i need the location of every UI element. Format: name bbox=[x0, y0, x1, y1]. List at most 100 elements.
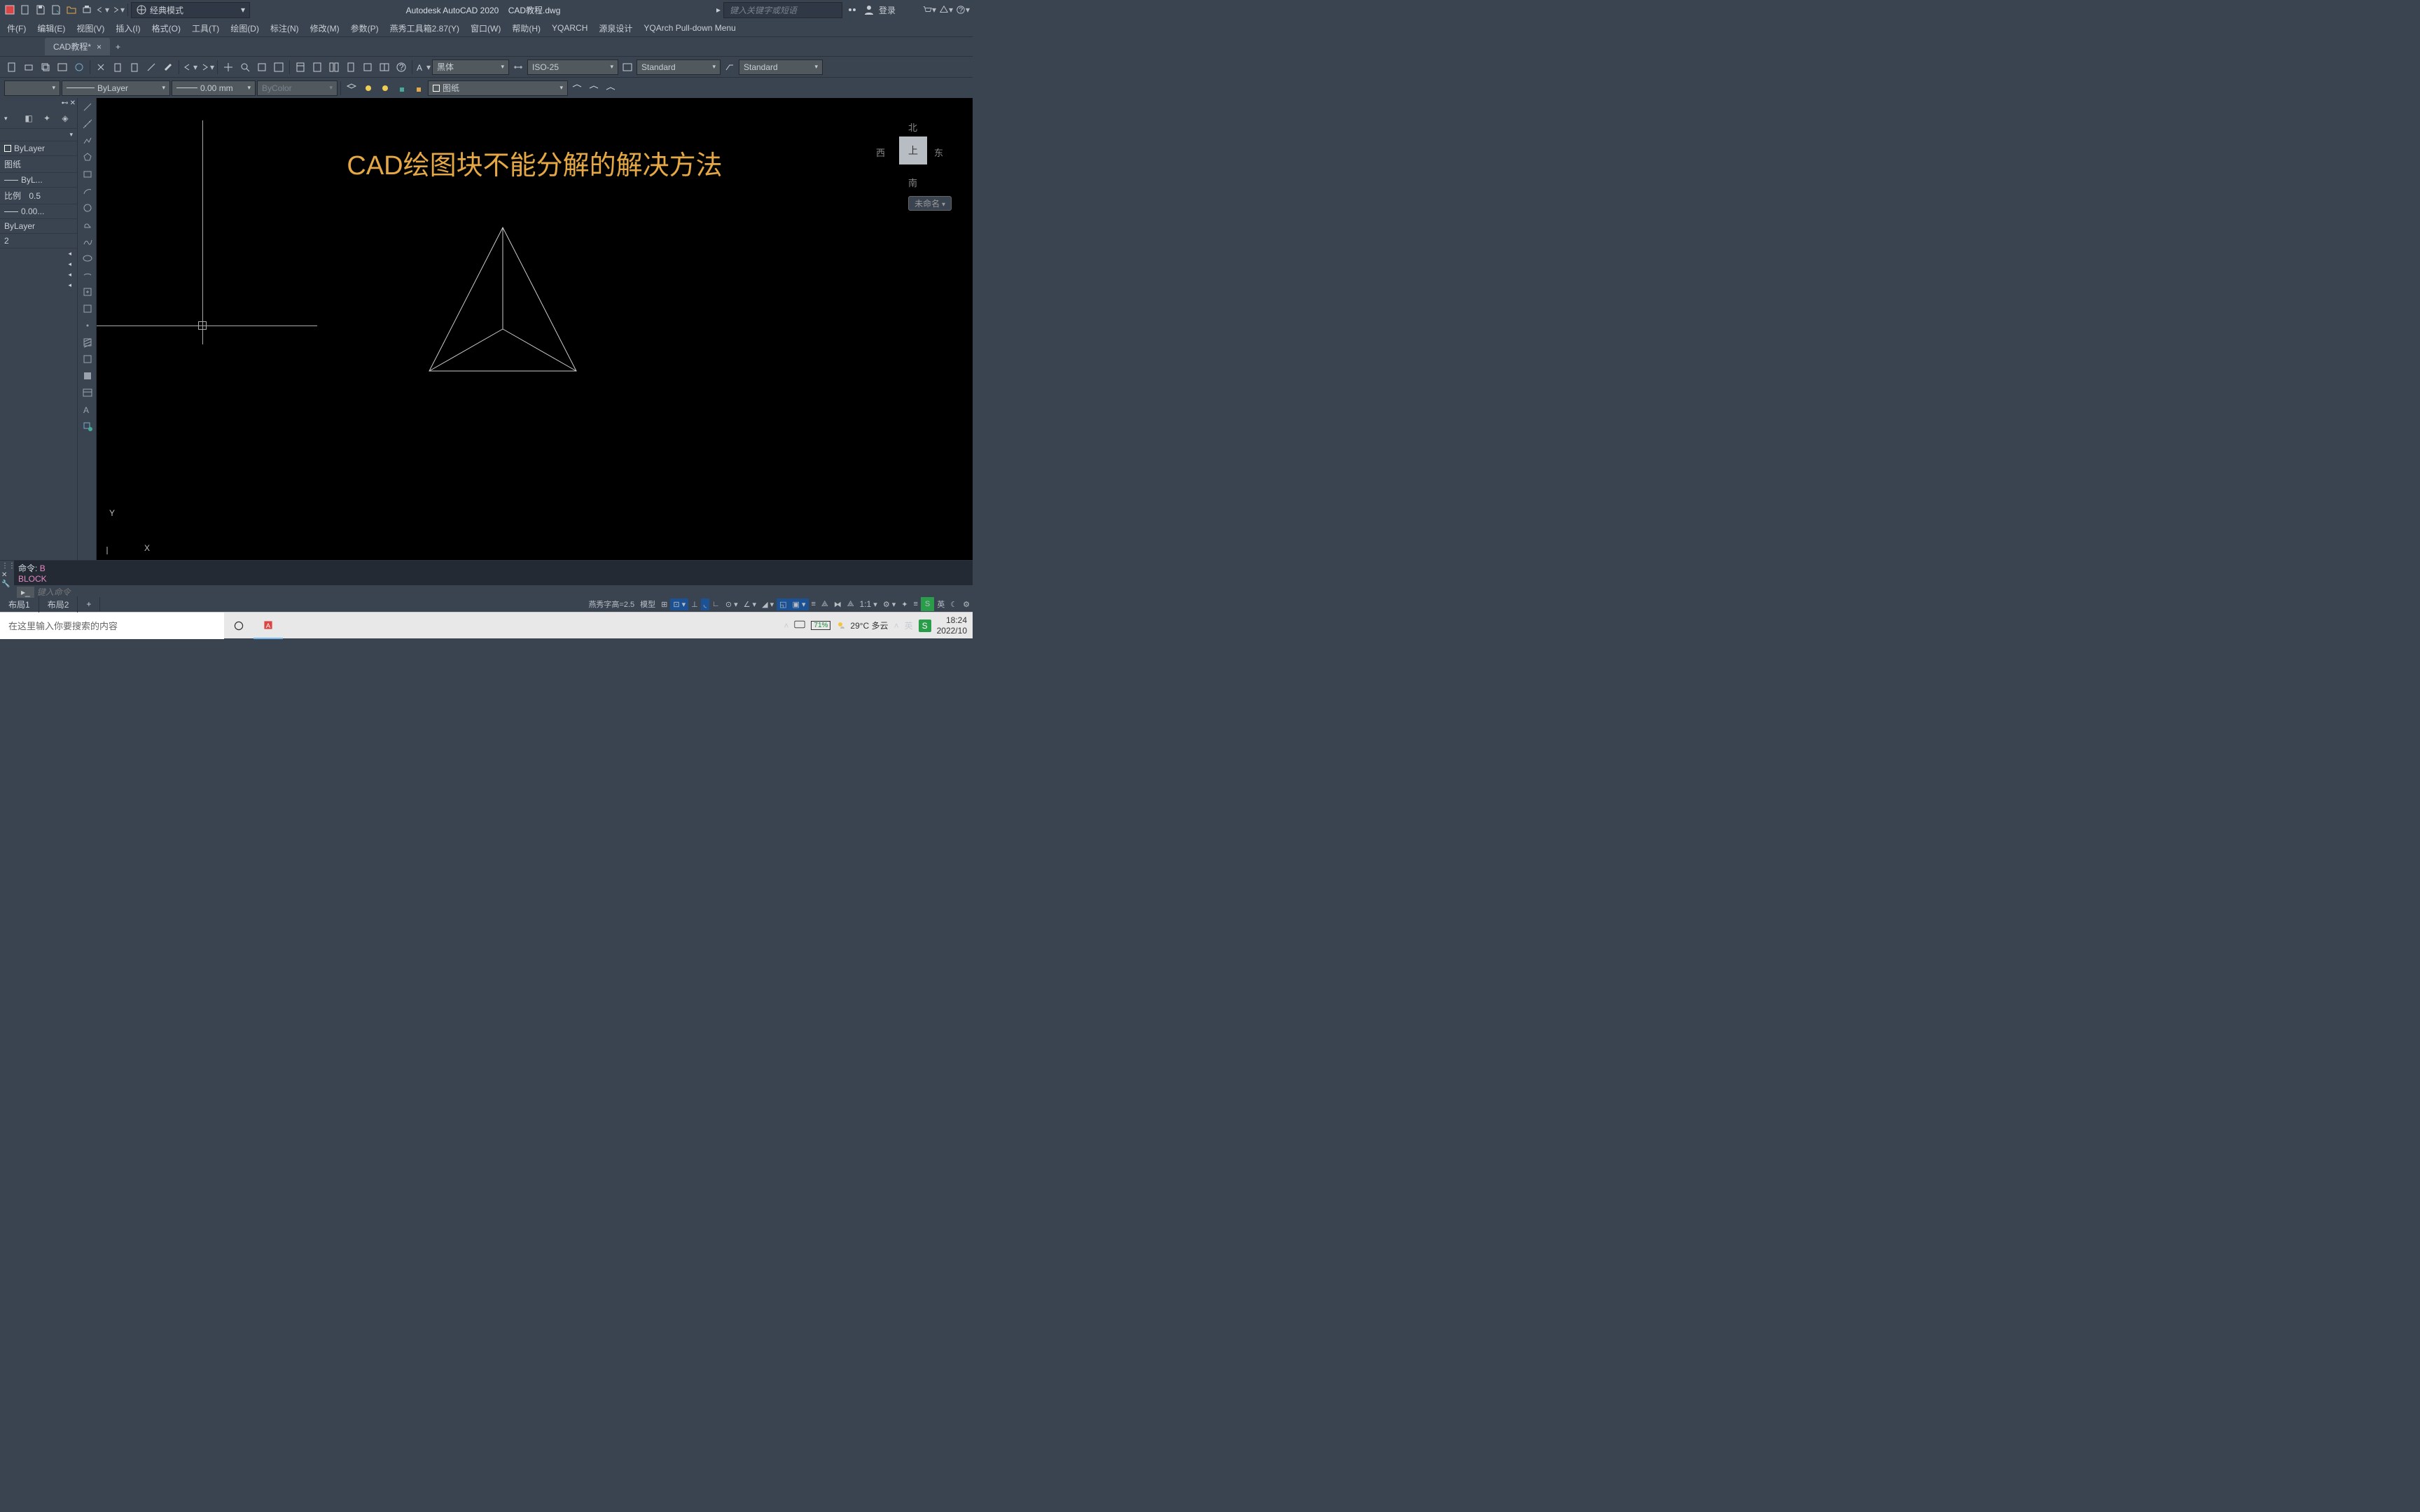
new-icon[interactable] bbox=[4, 59, 20, 75]
tray-up2-icon[interactable]: ˄ bbox=[894, 621, 899, 631]
user-icon[interactable] bbox=[862, 3, 876, 17]
copy-icon[interactable] bbox=[38, 59, 53, 75]
preview-icon[interactable] bbox=[55, 59, 70, 75]
viewcube-top[interactable]: 上 bbox=[899, 136, 927, 164]
cmd-close-icon[interactable]: ✕ bbox=[1, 571, 13, 579]
props-lw[interactable]: 0.00... bbox=[0, 204, 77, 219]
props-linetype[interactable]: ByL... bbox=[0, 173, 77, 188]
cart-icon[interactable]: ▾ bbox=[922, 3, 936, 17]
menu-format[interactable]: 格式(O) bbox=[148, 21, 185, 36]
mtext-icon[interactable]: A bbox=[79, 402, 96, 417]
collapse-icon[interactable]: ◂ bbox=[0, 259, 77, 270]
publish-icon[interactable] bbox=[71, 59, 87, 75]
layer-on-icon[interactable] bbox=[361, 80, 376, 96]
scale-btn[interactable]: 1:1 ▾ bbox=[857, 598, 880, 610]
layer-freeze-icon[interactable] bbox=[377, 80, 393, 96]
snap-icon[interactable]: ⊡ ▾ bbox=[670, 598, 688, 610]
line-icon[interactable] bbox=[79, 99, 96, 115]
region-icon[interactable] bbox=[79, 368, 96, 384]
menu-help[interactable]: 帮助(H) bbox=[508, 21, 545, 36]
ortho-icon[interactable]: ⊥ bbox=[688, 598, 701, 610]
layer-iso-icon[interactable] bbox=[569, 80, 585, 96]
ann3-icon[interactable]: ⟁ bbox=[844, 598, 857, 610]
ime-badge[interactable]: S bbox=[921, 597, 934, 611]
redo2-icon[interactable]: ▾ bbox=[199, 59, 214, 75]
search-arrow[interactable]: ▸ bbox=[716, 5, 721, 15]
help-icon[interactable]: ?▾ bbox=[956, 3, 970, 17]
cut-icon[interactable] bbox=[93, 59, 109, 75]
app-icon[interactable] bbox=[3, 3, 17, 17]
arc-icon[interactable] bbox=[79, 183, 96, 199]
open-icon[interactable] bbox=[64, 3, 78, 17]
save-icon[interactable] bbox=[34, 3, 48, 17]
drawing-canvas[interactable]: CAD绘图块不能分解的解决方法 Y X 上 北 南 东 西 未命名 ▾ bbox=[97, 98, 973, 560]
close-icon[interactable]: × bbox=[97, 42, 102, 52]
qp-icon[interactable]: ▣ ▾ bbox=[790, 598, 809, 610]
search-box[interactable]: 键入关键字或短语 bbox=[723, 2, 842, 18]
ellipse-arc-icon[interactable] bbox=[79, 267, 96, 283]
pan-icon[interactable] bbox=[221, 59, 236, 75]
cortana-icon[interactable] bbox=[224, 612, 253, 639]
gradient-icon[interactable] bbox=[79, 351, 96, 367]
add-layout-icon[interactable]: + bbox=[78, 597, 100, 611]
viewcube-n[interactable]: 北 bbox=[908, 120, 917, 134]
osnap-icon[interactable]: ∟ bbox=[709, 598, 723, 610]
ellipse-icon[interactable] bbox=[79, 251, 96, 266]
menu-yqarch2[interactable]: YQArch Pull-down Menu bbox=[639, 22, 739, 34]
match-icon[interactable] bbox=[144, 59, 159, 75]
new-icon[interactable] bbox=[18, 3, 32, 17]
xline-icon[interactable] bbox=[79, 116, 96, 132]
help2-icon[interactable]: ? bbox=[394, 59, 409, 75]
layout-tab-1[interactable]: 布局1 bbox=[0, 596, 39, 612]
table-draw-icon[interactable] bbox=[79, 385, 96, 400]
redo-icon[interactable]: ▾ bbox=[111, 3, 125, 17]
props-icon[interactable]: ◧ bbox=[21, 111, 36, 126]
menu-yqarch[interactable]: YQARCH bbox=[548, 22, 592, 34]
brush-icon[interactable] bbox=[160, 59, 176, 75]
menu-yuanquan[interactable]: 源泉设计 bbox=[594, 21, 637, 36]
props-selector[interactable]: ▾ ◧ ✦ ◈ bbox=[0, 108, 77, 129]
ann2-icon[interactable]: ⧓ bbox=[831, 598, 844, 610]
ime-moon-icon[interactable]: ☾ bbox=[947, 598, 960, 610]
layout-tab-2[interactable]: 布局2 bbox=[39, 596, 78, 612]
close-panel-icon[interactable]: ✕ bbox=[70, 99, 76, 107]
zoom-ext-icon[interactable] bbox=[271, 59, 286, 75]
model-btn[interactable]: 模型 bbox=[637, 597, 658, 611]
spline-icon[interactable] bbox=[79, 234, 96, 249]
text-style-icon[interactable]: A▾ bbox=[415, 59, 431, 75]
cmd-handle-icon[interactable]: ⋮⋮ bbox=[1, 562, 13, 570]
color-combo[interactable]: ▾ bbox=[4, 80, 60, 96]
calc-icon[interactable] bbox=[343, 59, 359, 75]
bycolor-combo[interactable]: ByColor▾ bbox=[257, 80, 338, 96]
ime-gear-icon[interactable]: ⚙ bbox=[960, 598, 973, 610]
trans-icon[interactable]: ◱ bbox=[777, 598, 789, 610]
keyboard-icon[interactable] bbox=[794, 619, 805, 632]
plot-icon[interactable] bbox=[80, 3, 94, 17]
layer-mgr-icon[interactable] bbox=[344, 80, 359, 96]
ann-icon[interactable]: ⟁ bbox=[819, 598, 831, 610]
polygon-icon[interactable] bbox=[79, 150, 96, 165]
paste-icon[interactable] bbox=[127, 59, 142, 75]
layer-prev-icon[interactable] bbox=[586, 80, 601, 96]
print-icon[interactable] bbox=[21, 59, 36, 75]
circle-icon[interactable] bbox=[79, 200, 96, 216]
clock[interactable]: 18:24 2022/10 bbox=[937, 615, 967, 636]
saveas-icon[interactable] bbox=[49, 3, 63, 17]
file-tab[interactable]: CAD教程* × bbox=[45, 38, 110, 55]
dim-combo[interactable]: ISO-25▾ bbox=[527, 59, 618, 75]
table-icon[interactable] bbox=[377, 59, 392, 75]
menu-edit[interactable]: 编辑(E) bbox=[33, 21, 69, 36]
add-sel-icon[interactable] bbox=[79, 419, 96, 434]
props-icon[interactable]: ✦ bbox=[39, 111, 55, 126]
revcloud-icon[interactable] bbox=[79, 217, 96, 232]
zoom-icon[interactable] bbox=[237, 59, 253, 75]
menu-dim[interactable]: 标注(N) bbox=[266, 21, 303, 36]
collapse-icon[interactable]: ◂ bbox=[0, 248, 77, 259]
tool-palette-icon[interactable] bbox=[326, 59, 342, 75]
menu-tools[interactable]: 工具(T) bbox=[188, 21, 223, 36]
dim-icon[interactable] bbox=[510, 59, 526, 75]
props-color[interactable]: ByLayer bbox=[0, 141, 77, 156]
zoom-window-icon[interactable] bbox=[254, 59, 270, 75]
point-icon[interactable] bbox=[79, 318, 96, 333]
rect-icon[interactable] bbox=[79, 167, 96, 182]
